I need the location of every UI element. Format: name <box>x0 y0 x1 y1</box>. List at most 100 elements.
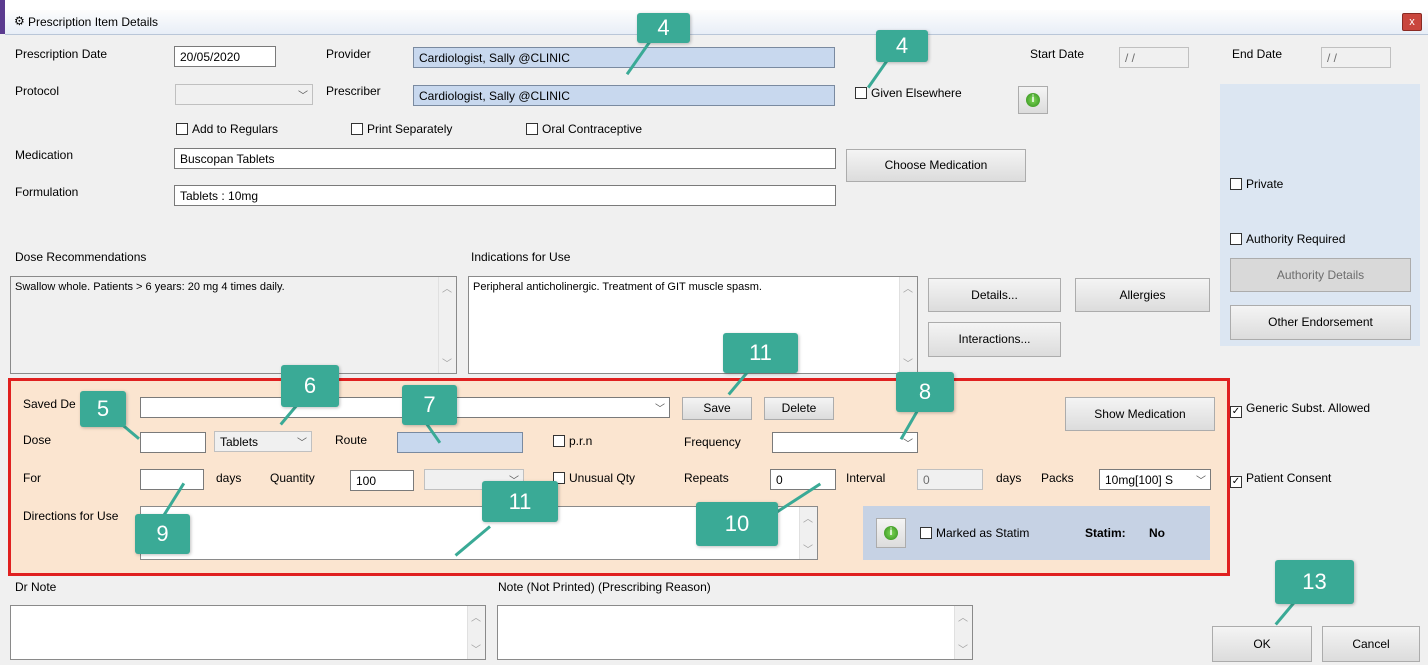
days-label: days <box>216 471 242 485</box>
scroll-up-icon[interactable]: ︿ <box>442 280 452 295</box>
provider-field[interactable]: Cardiologist, Sally @CLINIC <box>413 47 835 68</box>
scrollbar[interactable]: ︿ ﹀ <box>899 277 917 373</box>
checkbox-box[interactable] <box>1230 178 1242 190</box>
prn-label: p.r.n <box>569 434 593 448</box>
generic-subst-checkbox[interactable]: ✓ Generic Subst. Allowed <box>1230 401 1370 418</box>
cancel-button[interactable]: Cancel <box>1322 626 1420 662</box>
scroll-up-icon[interactable]: ︿ <box>471 609 481 624</box>
dose-recommendations-label: Dose Recommendations <box>15 250 147 264</box>
delete-button[interactable]: Delete <box>764 397 834 420</box>
dr-note-label: Dr Note <box>15 580 57 594</box>
prn-checkbox[interactable]: p.r.n <box>553 434 592 448</box>
callout-5: 5 <box>80 391 126 427</box>
ok-button[interactable]: OK <box>1212 626 1312 662</box>
details-button[interactable]: Details... <box>928 278 1061 312</box>
info-button[interactable]: i <box>1018 86 1048 114</box>
private-label: Private <box>1246 177 1284 191</box>
for-days-input[interactable] <box>140 469 204 490</box>
frequency-select[interactable]: ﹀ <box>772 432 918 453</box>
repeats-label: Repeats <box>684 471 729 485</box>
scroll-up-icon[interactable]: ︿ <box>803 510 813 525</box>
checkbox-box[interactable]: ✓ <box>1230 476 1242 488</box>
statim-label: Statim: <box>1085 526 1126 540</box>
given-elsewhere-checkbox[interactable]: Given Elsewhere <box>855 86 962 100</box>
prescription-date-field[interactable]: 20/05/2020 <box>174 46 276 67</box>
dose-input[interactable] <box>140 432 206 453</box>
statim-info-button[interactable]: i <box>876 518 906 548</box>
end-date-field[interactable]: / / <box>1321 47 1391 68</box>
directions-label: Directions for Use <box>23 509 119 523</box>
packs-select[interactable]: 10mg[100] S ﹀ <box>1099 469 1211 490</box>
chevron-down-icon: ﹀ <box>297 438 307 449</box>
show-medication-button[interactable]: Show Medication <box>1065 397 1215 431</box>
interactions-button[interactable]: Interactions... <box>928 322 1061 357</box>
provider-label: Provider <box>326 47 371 61</box>
route-field[interactable] <box>397 432 523 453</box>
oral-contraceptive-label: Oral Contraceptive <box>542 122 643 136</box>
quantity-input[interactable]: 100 <box>350 470 414 491</box>
save-button[interactable]: Save <box>682 397 752 420</box>
marked-statim-checkbox[interactable]: Marked as Statim <box>920 526 1029 540</box>
protocol-label: Protocol <box>15 84 60 98</box>
callout-11: 11 <box>723 333 798 373</box>
checkbox-box[interactable]: ✓ <box>1230 406 1242 418</box>
checkbox-box[interactable] <box>176 123 188 135</box>
allergies-button[interactable]: Allergies <box>1075 278 1210 312</box>
scroll-up-icon[interactable]: ︿ <box>958 609 968 624</box>
scroll-down-icon[interactable]: ﹀ <box>803 541 813 556</box>
authority-details-button[interactable]: Authority Details <box>1230 258 1411 292</box>
note-not-printed-input[interactable]: ︿ ﹀ <box>497 605 973 660</box>
statim-value: No <box>1149 526 1165 540</box>
patient-consent-checkbox[interactable]: ✓ Patient Consent <box>1230 471 1331 488</box>
callout-10: 10 <box>696 502 778 546</box>
protocol-select[interactable]: ﹀ <box>175 84 313 105</box>
private-checkbox[interactable]: Private <box>1230 177 1283 191</box>
dose-label: Dose <box>23 433 52 447</box>
for-label: For <box>23 471 41 485</box>
callout-11: 11 <box>482 481 558 522</box>
other-endorsement-button[interactable]: Other Endorsement <box>1230 305 1411 340</box>
dr-note-input[interactable]: ︿ ﹀ <box>10 605 486 660</box>
authority-required-label: Authority Required <box>1246 232 1346 246</box>
scrollbar[interactable]: ︿ ﹀ <box>438 277 456 373</box>
add-to-regulars-label: Add to Regulars <box>192 122 279 136</box>
oral-contraceptive-checkbox[interactable]: Oral Contraceptive <box>526 122 642 136</box>
scrollbar[interactable]: ︿ ﹀ <box>467 606 485 659</box>
callout-13: 13 <box>1275 560 1354 604</box>
checkbox-box[interactable] <box>920 527 932 539</box>
checkbox-box[interactable] <box>526 123 538 135</box>
checkbox-box[interactable] <box>553 435 565 447</box>
end-date-label: End Date <box>1232 47 1283 61</box>
given-elsewhere-label: Given Elsewhere <box>871 86 962 100</box>
scrollbar[interactable]: ︿ ﹀ <box>799 507 817 559</box>
authority-required-checkbox[interactable]: Authority Required <box>1230 232 1345 246</box>
packs-value: 10mg[100] S <box>1105 473 1174 487</box>
scroll-down-icon[interactable]: ﹀ <box>471 641 481 656</box>
print-separately-checkbox[interactable]: Print Separately <box>351 122 452 136</box>
choose-medication-button[interactable]: Choose Medication <box>846 149 1026 182</box>
callout-8: 8 <box>896 372 954 412</box>
dose-unit-value: Tablets <box>220 435 259 449</box>
scrollbar[interactable]: ︿ ﹀ <box>954 606 972 659</box>
window-header <box>5 10 1428 35</box>
dose-unit-select[interactable]: Tablets ﹀ <box>214 431 312 452</box>
generic-subst-label: Generic Subst. Allowed <box>1246 401 1371 415</box>
formulation-field[interactable]: Tablets : 10mg <box>174 185 836 206</box>
unusual-qty-checkbox[interactable]: Unusual Qty <box>553 471 635 485</box>
checkbox-box[interactable] <box>1230 233 1242 245</box>
interval-label: Interval <box>846 471 886 485</box>
scroll-up-icon[interactable]: ︿ <box>903 280 913 295</box>
scroll-down-icon[interactable]: ﹀ <box>958 641 968 656</box>
close-button[interactable]: x <box>1402 13 1422 31</box>
interval-input[interactable]: 0 <box>917 469 983 490</box>
medication-field[interactable]: Buscopan Tablets <box>174 148 836 169</box>
prescriber-field[interactable]: Cardiologist, Sally @CLINIC <box>413 85 835 106</box>
checkbox-box[interactable] <box>855 87 867 99</box>
route-label: Route <box>335 433 368 447</box>
checkbox-box[interactable] <box>351 123 363 135</box>
scroll-down-icon[interactable]: ﹀ <box>442 355 452 370</box>
scroll-down-icon[interactable]: ﹀ <box>903 355 913 370</box>
repeats-input[interactable]: 0 <box>770 469 836 490</box>
add-to-regulars-checkbox[interactable]: Add to Regulars <box>176 122 278 136</box>
start-date-field[interactable]: / / <box>1119 47 1189 68</box>
